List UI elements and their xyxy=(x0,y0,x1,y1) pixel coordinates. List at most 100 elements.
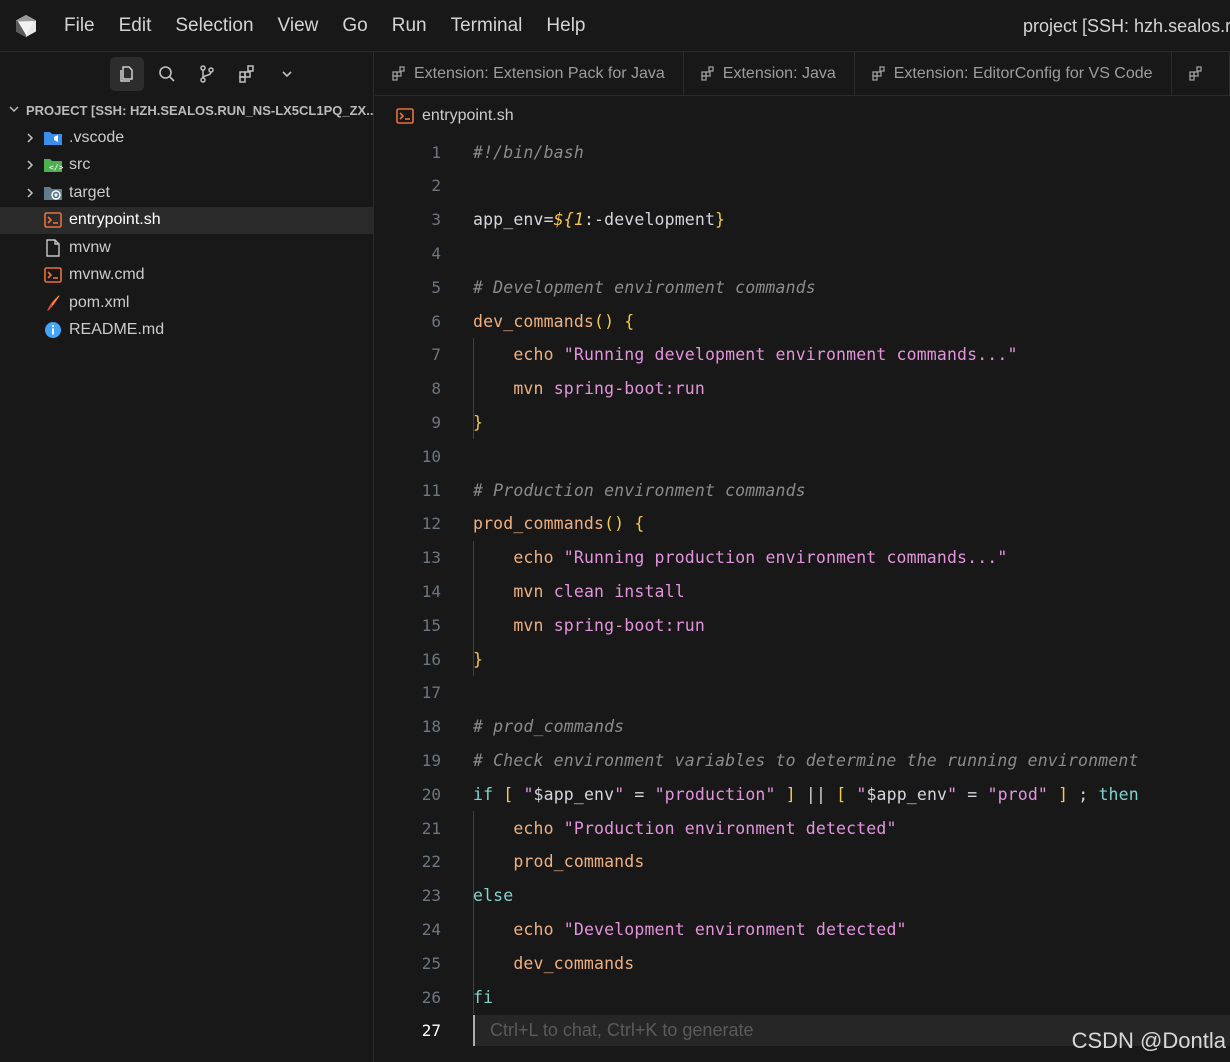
menu-item-go[interactable]: Go xyxy=(330,15,379,37)
folder-item[interactable]: .vscode xyxy=(0,124,373,152)
code-line[interactable]: 13 echo "Running production environment … xyxy=(375,541,1230,575)
code-text: prod_commands xyxy=(513,852,645,872)
code-line[interactable]: 17 xyxy=(375,676,1230,710)
code-line[interactable]: 3 app_env=${1:-development} xyxy=(375,203,1230,237)
menu-item-view[interactable]: View xyxy=(266,15,331,37)
folder-item[interactable]: target xyxy=(0,179,373,207)
code-line[interactable]: 20 if [ "$app_env" = "production" ] || [ … xyxy=(375,777,1230,811)
menu-item-file[interactable]: File xyxy=(52,15,107,37)
line-number: 19 xyxy=(421,750,441,770)
code-text: if [ "$app_env" = "production" ] || [ "$… xyxy=(473,784,1139,804)
extensions-icon xyxy=(871,66,887,82)
menu-item-edit[interactable]: Edit xyxy=(107,15,164,37)
breadcrumb-file: entrypoint.sh xyxy=(422,107,514,124)
code-line[interactable]: 15 mvn spring-boot:run xyxy=(375,608,1230,642)
code-line[interactable]: 12 prod_commands() { xyxy=(375,507,1230,541)
file-item[interactable]: mvnw xyxy=(0,234,373,262)
line-number: 7 xyxy=(431,345,441,365)
explorer-icon[interactable] xyxy=(109,57,144,91)
code-line[interactable]: 22 prod_commands xyxy=(375,845,1230,879)
target-folder-icon xyxy=(43,183,63,203)
line-number: 3 xyxy=(431,210,441,230)
code-line[interactable]: 1 #!/bin/bash xyxy=(375,135,1230,169)
source-control-icon[interactable] xyxy=(190,57,224,91)
file-item[interactable]: entrypoint.sh xyxy=(0,206,373,234)
code-line[interactable]: 8 mvn spring-boot:run xyxy=(375,372,1230,406)
tree-item-label: src xyxy=(69,156,91,174)
code-line[interactable]: 6 dev_commands() { xyxy=(375,304,1230,338)
tab-bar: Extension: Extension Pack for Java Extens… xyxy=(375,52,1230,96)
code-line[interactable]: 2 xyxy=(375,169,1230,203)
file-icon xyxy=(43,238,63,258)
line-number: 16 xyxy=(421,649,441,669)
info-icon xyxy=(43,320,63,340)
menu-item-selection[interactable]: Selection xyxy=(163,15,265,37)
line-number: 4 xyxy=(431,243,441,263)
breadcrumb[interactable]: entrypoint.sh xyxy=(396,104,514,128)
line-number: 8 xyxy=(431,379,441,399)
extensions-icon xyxy=(700,66,716,82)
cursor-logo-icon[interactable] xyxy=(0,0,52,52)
menu-item-terminal[interactable]: Terminal xyxy=(439,15,535,37)
tab-label: Extension: Java xyxy=(722,65,836,82)
sidebar: PROJECT [SSH: HZH.SEALOS.RUN_NS-LX5CL1PQ… xyxy=(0,52,374,1062)
code-text: dev_commands() { xyxy=(473,311,635,331)
chevron-down-icon[interactable] xyxy=(270,57,304,91)
explorer-title: PROJECT [SSH: HZH.SEALOS.RUN_NS-LX5CL1PQ… xyxy=(26,102,373,118)
code-editor[interactable]: 1 #!/bin/bash 2 3 app_env=${1:-development} 4… xyxy=(375,135,1230,1062)
indent-guide xyxy=(473,337,474,440)
tree-item-label: mvnw.cmd xyxy=(69,266,145,284)
code-line[interactable]: 14 mvn clean install xyxy=(375,574,1230,608)
code-line[interactable]: 23 else xyxy=(375,879,1230,913)
search-icon[interactable] xyxy=(150,57,184,91)
chevron-down-icon xyxy=(8,103,20,118)
line-number: 22 xyxy=(421,852,441,872)
code-line[interactable]: 4 xyxy=(375,236,1230,270)
folder-item[interactable]: </> src xyxy=(0,152,373,180)
menu-bar: File Edit Selection View Go Run Terminal Help xyxy=(52,15,598,37)
line-number: 24 xyxy=(421,919,441,939)
code-line[interactable]: 7 echo "Running development environment … xyxy=(375,338,1230,372)
line-number: 23 xyxy=(421,886,441,906)
tree-item-label: pom.xml xyxy=(69,293,130,311)
indent-guide xyxy=(473,912,474,1014)
code-line[interactable]: 24 echo "Development environment detecte… xyxy=(375,912,1230,946)
file-item[interactable]: mvnw.cmd xyxy=(0,262,373,290)
code-line[interactable]: 25 dev_commands xyxy=(375,946,1230,980)
editor-tab[interactable]: Extension: Extension Pack for Java xyxy=(375,52,684,95)
line-number: 25 xyxy=(421,953,441,973)
menu-item-help[interactable]: Help xyxy=(534,15,597,37)
explorer-header[interactable]: PROJECT [SSH: HZH.SEALOS.RUN_NS-LX5CL1PQ… xyxy=(0,96,373,124)
tree-item-label: entrypoint.sh xyxy=(69,211,161,229)
extensions-icon[interactable] xyxy=(230,57,264,91)
file-item[interactable]: README.md xyxy=(0,317,373,345)
tab-label: Extension: Extension Pack for Java xyxy=(414,65,665,82)
maven-file-icon xyxy=(43,293,63,313)
code-text: echo "Development environment detected" xyxy=(513,919,907,939)
code-text: dev_commands xyxy=(513,953,635,973)
code-line[interactable]: 16} xyxy=(375,642,1230,676)
editor-tab-overflow[interactable] xyxy=(1172,52,1230,95)
code-text: fi xyxy=(473,987,494,1007)
code-text: mvn spring-boot:run xyxy=(513,615,705,635)
code-line[interactable]: 26 fi xyxy=(375,980,1230,1014)
file-tree: .vscode </> src target entrypoint.sh mvnw mvnw… xyxy=(0,124,373,344)
indent-guide xyxy=(473,811,474,913)
code-line[interactable]: 21 echo "Production environment detected… xyxy=(375,811,1230,845)
code-text: else xyxy=(473,886,514,906)
code-line[interactable]: 5 # Development environment commands xyxy=(375,270,1230,304)
line-number: 5 xyxy=(431,277,441,297)
code-line[interactable]: 19 # Check environment variables to deter… xyxy=(375,743,1230,777)
code-line[interactable]: 9} xyxy=(375,405,1230,439)
editor-tab[interactable]: Extension: EditorConfig for VS Code xyxy=(855,52,1172,95)
code-line[interactable]: 10 xyxy=(375,439,1230,473)
menu-item-run[interactable]: Run xyxy=(380,15,439,37)
code-line[interactable]: 18 # prod_commands xyxy=(375,710,1230,744)
file-item[interactable]: pom.xml xyxy=(0,289,373,317)
line-number: 6 xyxy=(431,311,441,331)
line-number: 15 xyxy=(421,615,441,635)
editor-tab[interactable]: Extension: Java xyxy=(684,52,855,95)
line-number: 9 xyxy=(431,412,441,432)
line-number: 21 xyxy=(421,818,441,838)
code-line[interactable]: 11 # Production environment commands xyxy=(375,473,1230,507)
